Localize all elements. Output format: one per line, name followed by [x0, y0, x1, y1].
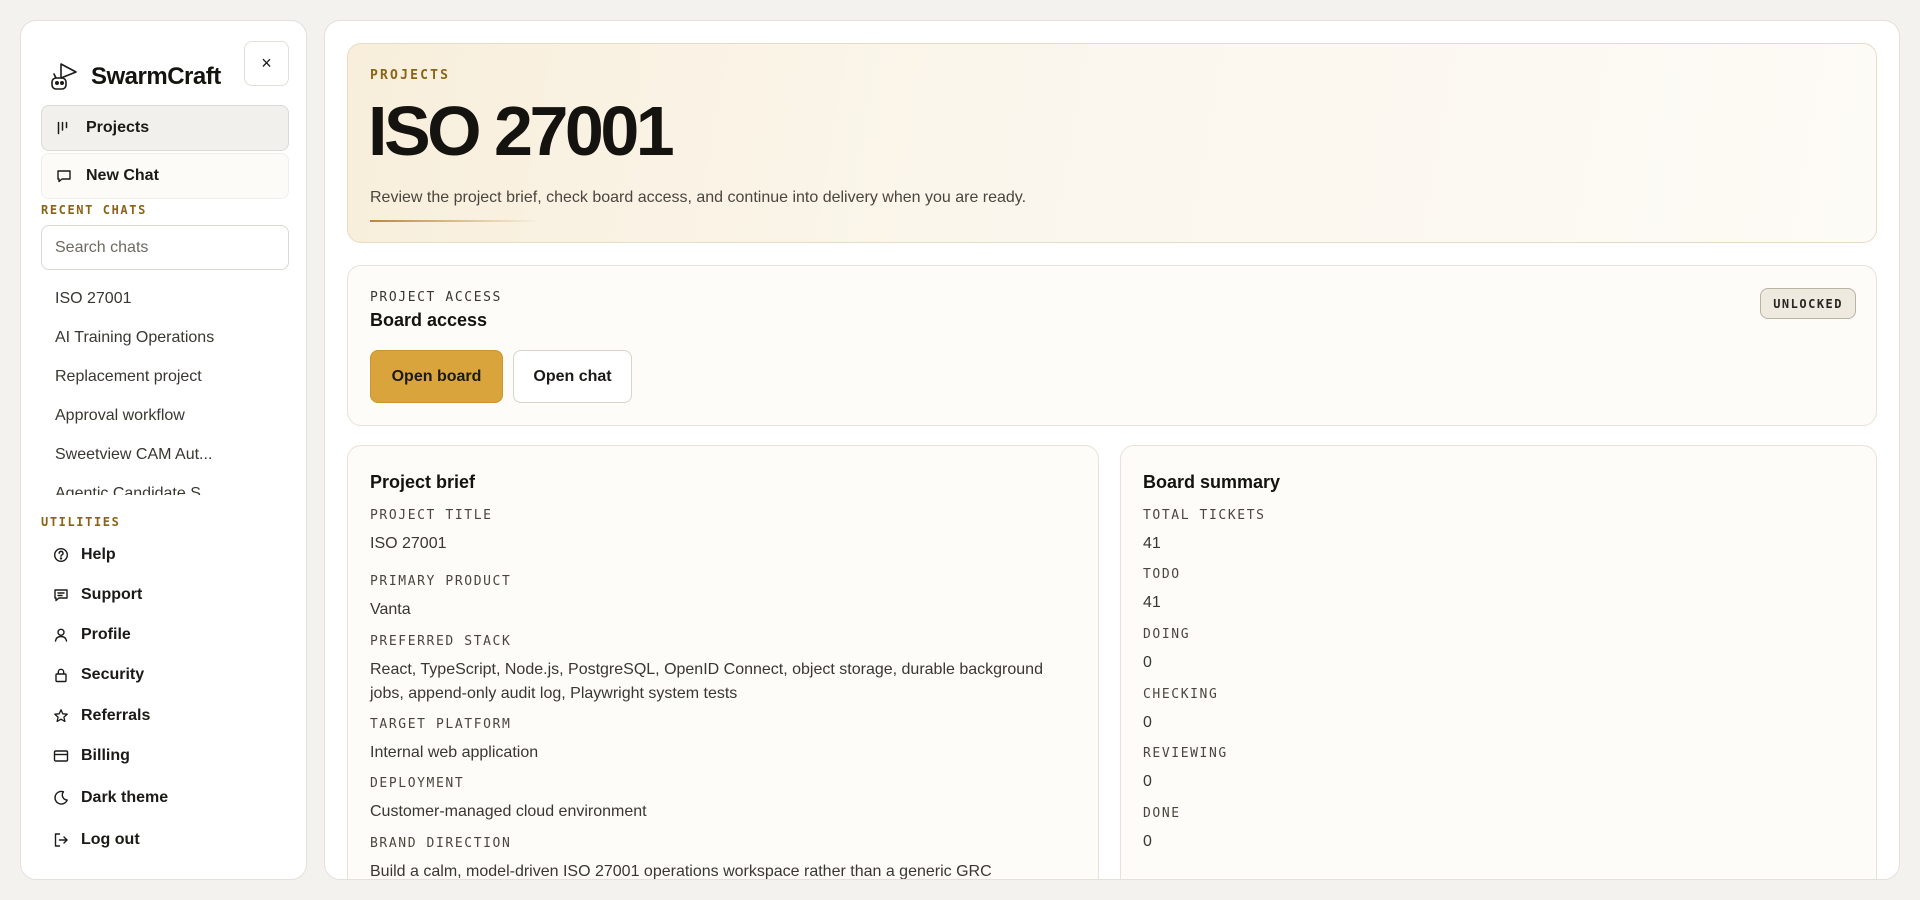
- dark-theme-toggle[interactable]: Dark theme: [41, 779, 289, 817]
- nav-new-chat-label: New Chat: [86, 167, 159, 184]
- lock-icon: [53, 667, 69, 683]
- page-title: ISO 27001: [368, 92, 675, 170]
- chat-item[interactable]: Sweetview CAM Aut...: [41, 435, 289, 474]
- field-label: TODO: [1143, 567, 1181, 582]
- hero-subtitle: Review the project brief, check board ac…: [370, 189, 1027, 206]
- board-summary-card: Board summary TOTAL TICKETS 41 TODO 41 D…: [1120, 445, 1877, 879]
- project-access-card: PROJECT ACCESS Board access UNLOCKED Ope…: [347, 265, 1877, 426]
- field-label: BRAND DIRECTION: [370, 836, 512, 851]
- open-chat-button[interactable]: Open chat: [513, 350, 632, 403]
- field-value: Internal web application: [370, 744, 539, 761]
- field-value: React, TypeScript, Node.js, PostgreSQL, …: [370, 661, 1043, 702]
- access-title: Board access: [370, 310, 488, 330]
- util-support[interactable]: Support: [41, 576, 289, 614]
- brief-field-brand-direction: BRAND DIRECTION Build a calm, model-driv…: [370, 836, 1058, 880]
- project-hero: PROJECTS ISO 27001 Review the project br…: [347, 43, 1877, 243]
- logout-label: Log out: [81, 831, 140, 848]
- recent-chats-heading: RECENT CHATS: [41, 203, 147, 217]
- logout-icon: [53, 832, 69, 848]
- field-value: Vanta: [370, 601, 411, 618]
- field-value: 0: [1143, 654, 1152, 671]
- chat-item[interactable]: ISO 27001: [41, 279, 289, 318]
- swarmcraft-logo-icon: [49, 61, 79, 93]
- credit-card-icon: [53, 748, 69, 764]
- util-support-label: Support: [81, 586, 143, 603]
- field-label: PROJECT TITLE: [370, 508, 493, 523]
- field-value: 41: [1143, 594, 1161, 611]
- summary-field-checking: CHECKING 0: [1143, 687, 1836, 735]
- field-label: TARGET PLATFORM: [370, 717, 512, 732]
- moon-icon: [53, 790, 69, 806]
- chat-item[interactable]: AI Training Operations: [41, 318, 289, 357]
- field-label: DEPLOYMENT: [370, 776, 465, 791]
- field-label: DONE: [1143, 806, 1181, 821]
- field-label: DOING: [1143, 627, 1191, 642]
- project-brief-card: Project brief PROJECT TITLE ISO 27001 PR…: [347, 445, 1099, 880]
- recent-chats-list: ISO 27001 AI Training Operations Replace…: [41, 279, 289, 496]
- util-profile[interactable]: Profile: [41, 616, 289, 654]
- brief-field-target-platform: TARGET PLATFORM Internal web application: [370, 717, 1058, 765]
- summary-field-total-tickets: TOTAL TICKETS 41: [1143, 508, 1836, 556]
- brief-field-project-title: PROJECT TITLE ISO 27001: [370, 508, 1058, 556]
- util-referrals-label: Referrals: [81, 707, 151, 724]
- project-brief-title: Project brief: [370, 472, 476, 492]
- support-chat-icon: [53, 587, 69, 603]
- nav-projects[interactable]: Projects: [41, 105, 289, 151]
- dark-theme-label: Dark theme: [81, 789, 169, 806]
- user-icon: [53, 627, 69, 643]
- field-value: 41: [1143, 535, 1161, 552]
- field-value: 0: [1143, 773, 1152, 790]
- close-sidebar-button[interactable]: ×: [244, 41, 289, 86]
- field-label: CHECKING: [1143, 687, 1219, 702]
- chat-item[interactable]: Approval workflow: [41, 396, 289, 435]
- util-help-label: Help: [81, 546, 116, 563]
- brief-field-primary-product: PRIMARY PRODUCT Vanta: [370, 574, 1058, 622]
- util-profile-label: Profile: [81, 626, 131, 643]
- chat-bubble-icon: [56, 168, 72, 184]
- field-label: REVIEWING: [1143, 746, 1228, 761]
- util-security[interactable]: Security: [41, 656, 289, 694]
- field-label: PREFERRED STACK: [370, 634, 512, 649]
- summary-field-done: DONE 0: [1143, 806, 1836, 854]
- nav-projects-label: Projects: [86, 119, 150, 136]
- field-value: 0: [1143, 714, 1152, 731]
- field-label: TOTAL TICKETS: [1143, 508, 1266, 523]
- sidebar: SwarmCraft × Projects New Chat RECENT CH…: [20, 20, 307, 880]
- access-kicker: PROJECT ACCESS: [370, 290, 502, 305]
- close-icon: ×: [261, 53, 272, 73]
- help-icon: [53, 547, 69, 563]
- open-board-button[interactable]: Open board: [370, 350, 503, 403]
- kanban-icon: [56, 120, 72, 136]
- main-content: PROJECTS ISO 27001 Review the project br…: [324, 20, 1900, 880]
- util-security-label: Security: [81, 666, 145, 683]
- util-referrals[interactable]: Referrals: [41, 697, 289, 735]
- star-icon: [53, 708, 69, 724]
- brand[interactable]: SwarmCraft: [49, 41, 239, 111]
- field-value: ISO 27001: [370, 535, 447, 552]
- hero-divider: [370, 220, 540, 222]
- brief-field-deployment: DEPLOYMENT Customer-managed cloud enviro…: [370, 776, 1058, 824]
- util-billing[interactable]: Billing: [41, 737, 289, 775]
- nav-new-chat[interactable]: New Chat: [41, 153, 289, 199]
- brand-name: SwarmCraft: [91, 63, 221, 90]
- field-value: 0: [1143, 833, 1152, 850]
- field-label: PRIMARY PRODUCT: [370, 574, 512, 589]
- field-value: Customer-managed cloud environment: [370, 803, 647, 820]
- field-value: Build a calm, model-driven ISO 27001 ope…: [370, 863, 992, 880]
- logout-button[interactable]: Log out: [41, 821, 289, 859]
- util-billing-label: Billing: [81, 747, 130, 764]
- chat-item[interactable]: Replacement project: [41, 357, 289, 396]
- search-chats-input[interactable]: [41, 225, 289, 270]
- status-badge: UNLOCKED: [1760, 288, 1856, 319]
- utilities-heading: UTILITIES: [41, 515, 121, 529]
- summary-field-todo: TODO 41: [1143, 567, 1836, 615]
- hero-kicker: PROJECTS: [370, 68, 451, 83]
- board-summary-title: Board summary: [1143, 472, 1281, 492]
- summary-field-doing: DOING 0: [1143, 627, 1836, 675]
- chat-item[interactable]: Agentic Candidate S...: [41, 474, 289, 496]
- util-help[interactable]: Help: [41, 536, 289, 574]
- summary-field-reviewing: REVIEWING 0: [1143, 746, 1836, 794]
- brief-field-preferred-stack: PREFERRED STACK React, TypeScript, Node.…: [370, 634, 1058, 706]
